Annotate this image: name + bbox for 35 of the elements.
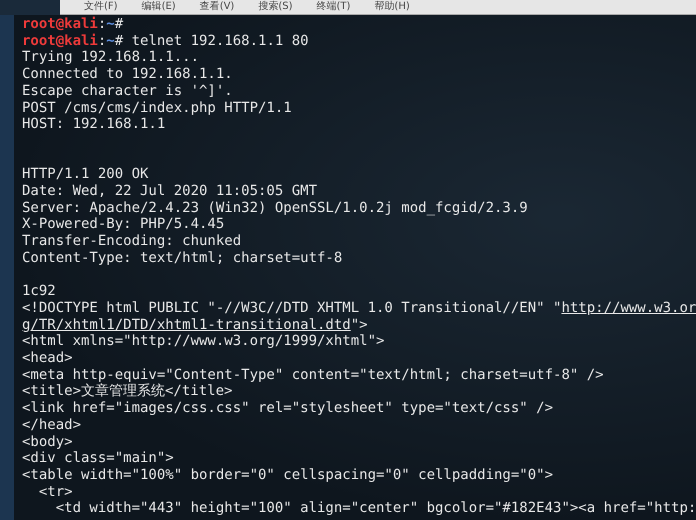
output-line: <title>文章管理系统</title> [22,383,234,400]
output-line: <body> [22,434,74,450]
output-text: "> [350,316,368,333]
output-line: 1c92 [22,283,57,300]
menu-item[interactable]: 查看(V) [200,0,234,14]
menu-item[interactable]: 终端(T) [316,0,350,14]
output-line: <head> [22,350,74,367]
output-line: <table width="100%" border="0" cellspacing="0" cellpadding="0"> [22,466,554,484]
output-text: <!DOCTYPE html PUBLIC "-//W3C//DTD XHTML 1.0 Transitional//EN" " [22,300,562,316]
prompt-line: root@kali:~# telnet 192.168.1.1 80 [22,32,310,50]
output-line: Transfer-Encoding: chunked [22,233,242,250]
prompt-line: root@kali:~# [22,16,124,33]
output-line: <link href="images/css.css" rel="stylesheet" type="text/css" /> [22,400,554,417]
output-line: Server: Apache/2.4.23 (Win32) OpenSSL/1.0.2j mod_fcgid/2.3.9 [22,200,529,216]
output-line: <tr> [38,484,74,500]
output-line: HOST: 192.168.1.1 [22,116,166,133]
menu-item[interactable]: 搜索(S) [258,0,292,14]
output-line: POST /cms/cms/index.php HTTP/1.1 [22,100,293,116]
url-link[interactable]: g/TR/xhtml1/DTD/xhtml1-transitional.dtd [22,316,351,333]
url-link[interactable]: http://www.w3.or [561,300,696,316]
output-line: <div class="main"> [22,450,175,467]
output-line: <meta http-equiv="Content-Type" content="text/html; charset=utf-8" /> [22,366,605,383]
menu-item[interactable]: 帮助(H) [374,0,410,14]
output-line: Trying 192.168.1.1... [22,49,200,66]
menu-item[interactable]: 编辑(E) [142,0,176,14]
output-line: </head> [22,416,82,434]
menu-item[interactable]: 文件(F) [84,0,118,14]
output-line: Escape character is '^]'. [22,82,234,100]
output-line: Date: Wed, 22 Jul 2020 11:05:05 GMT [22,183,318,200]
output-line: X-Powered-By: PHP/5.4.45 [22,216,226,234]
output-line: HTTP/1.1 200 OK [22,166,150,183]
output-line: Connected to 192.168.1.1. [22,66,234,83]
output-line: <html xmlns="http://www.w3.org/1999/xhtml"> [22,333,386,350]
output-line: <td width="443" height="100" align="center" bgcolor="#182E43"><a href="http: [54,500,696,518]
output-line: Content-Type: text/html; charset=utf-8 [22,250,344,267]
